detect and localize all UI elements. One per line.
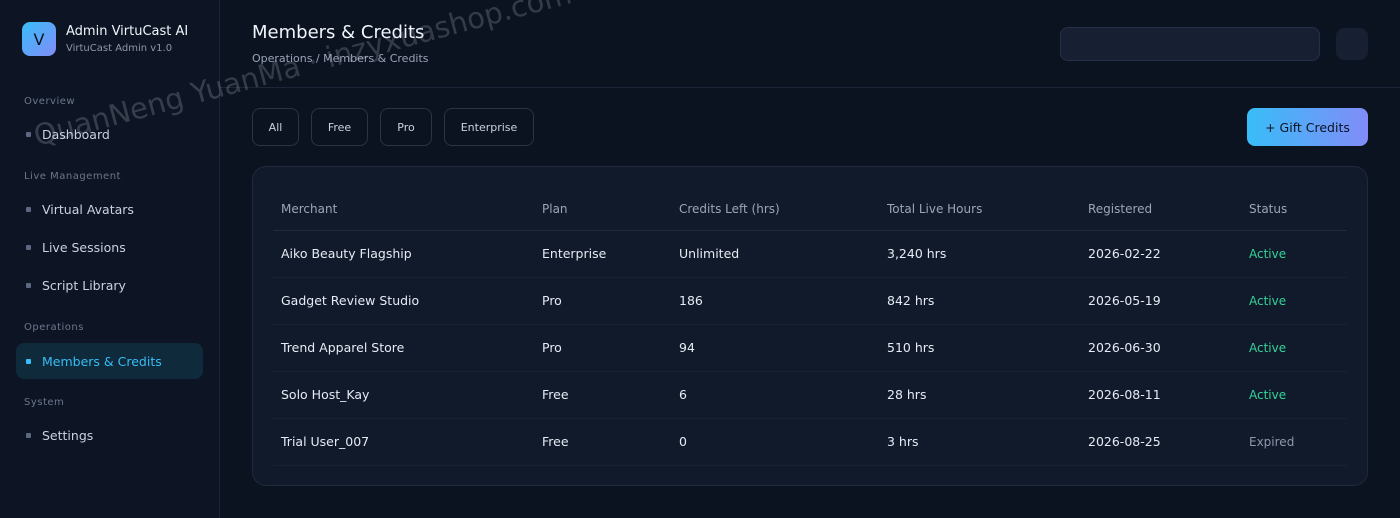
- sidebar: V Admin VirtuCast AI VirtuCast Admin v1.…: [0, 0, 220, 518]
- gift-credits-button[interactable]: + Gift Credits: [1247, 108, 1368, 146]
- table-row[interactable]: Trial User_007 Free 0 3 hrs 2026-08-25 E…: [273, 418, 1347, 466]
- filter-all-button[interactable]: All: [252, 108, 299, 146]
- members-table-card: Merchant Plan Credits Left (hrs) Total L…: [252, 166, 1368, 486]
- cell-merchant: Aiko Beauty Flagship: [273, 230, 534, 278]
- cell-plan: Pro: [534, 324, 671, 372]
- nav-section-operations: Operations: [24, 322, 84, 333]
- sidebar-item-dashboard[interactable]: Dashboard: [16, 116, 203, 152]
- filter-free-button[interactable]: Free: [311, 108, 368, 146]
- column-header-status[interactable]: Status: [1241, 189, 1347, 231]
- members-table: Merchant Plan Credits Left (hrs) Total L…: [273, 189, 1347, 466]
- app-version: VirtuCast Admin v1.0: [66, 42, 173, 54]
- bullet-icon: [26, 206, 31, 212]
- cell-credits-left: Unlimited: [671, 230, 879, 278]
- cell-registered: 2026-08-25: [1080, 418, 1241, 466]
- nav-section-system: System: [24, 397, 65, 408]
- bullet-icon: [26, 131, 31, 137]
- sidebar-item-virtual-avatars[interactable]: Virtual Avatars: [16, 191, 203, 227]
- table-header-row: Merchant Plan Credits Left (hrs) Total L…: [273, 189, 1347, 231]
- cell-credits-left: 94: [671, 324, 879, 372]
- sidebar-item-members-credits[interactable]: Members & Credits: [16, 343, 203, 379]
- search-input[interactable]: [1060, 27, 1320, 61]
- cell-registered: 2026-02-22: [1080, 230, 1241, 278]
- bullet-icon: [26, 432, 31, 438]
- status-badge: Active: [1241, 230, 1347, 278]
- sidebar-item-label: Script Library: [42, 277, 126, 293]
- header-action-button[interactable]: [1336, 28, 1368, 60]
- nav-section-live-management: Live Management: [24, 171, 121, 182]
- cell-credits-left: 0: [671, 418, 879, 466]
- column-header-total-live-hours[interactable]: Total Live Hours: [879, 189, 1080, 231]
- cell-plan: Pro: [534, 277, 671, 325]
- bullet-icon: [26, 358, 31, 364]
- status-badge: Expired: [1241, 418, 1347, 466]
- status-badge: Active: [1241, 324, 1347, 372]
- sidebar-item-script-library[interactable]: Script Library: [16, 267, 203, 303]
- cell-credits-left: 6: [671, 371, 879, 419]
- sidebar-item-label: Live Sessions: [42, 239, 126, 255]
- cell-total-live-hours: 510 hrs: [879, 324, 1080, 372]
- table-row[interactable]: Trend Apparel Store Pro 94 510 hrs 2026-…: [273, 324, 1347, 372]
- table-row[interactable]: Aiko Beauty Flagship Enterprise Unlimite…: [273, 230, 1347, 278]
- sidebar-item-label: Settings: [42, 427, 94, 443]
- filter-pro-button[interactable]: Pro: [380, 108, 432, 146]
- cell-credits-left: 186: [671, 277, 879, 325]
- cell-registered: 2026-08-11: [1080, 371, 1241, 419]
- column-header-credits-left[interactable]: Credits Left (hrs): [671, 189, 879, 231]
- cell-registered: 2026-06-30: [1080, 324, 1241, 372]
- bullet-icon: [26, 244, 31, 250]
- sidebar-item-label: Dashboard: [42, 126, 110, 142]
- cell-merchant: Trend Apparel Store: [273, 324, 534, 372]
- sidebar-item-settings[interactable]: Settings: [16, 417, 203, 453]
- app-title: Admin VirtuCast AI: [66, 23, 189, 39]
- cell-merchant: Solo Host_Kay: [273, 371, 534, 419]
- filter-enterprise-button[interactable]: Enterprise: [444, 108, 534, 146]
- column-header-merchant[interactable]: Merchant: [273, 189, 534, 231]
- status-badge: Active: [1241, 277, 1347, 325]
- cell-merchant: Gadget Review Studio: [273, 277, 534, 325]
- cell-plan: Free: [534, 371, 671, 419]
- cell-total-live-hours: 28 hrs: [879, 371, 1080, 419]
- page-title: Members & Credits: [252, 22, 425, 43]
- table-row[interactable]: Solo Host_Kay Free 6 28 hrs 2026-08-11 A…: [273, 371, 1347, 419]
- brand: V Admin VirtuCast AI VirtuCast Admin v1.…: [22, 22, 188, 56]
- cell-plan: Enterprise: [534, 230, 671, 278]
- app-logo: V: [22, 22, 56, 56]
- sidebar-item-label: Virtual Avatars: [42, 201, 134, 217]
- cell-registered: 2026-05-19: [1080, 277, 1241, 325]
- table-row[interactable]: Gadget Review Studio Pro 186 842 hrs 202…: [273, 277, 1347, 325]
- column-header-registered[interactable]: Registered: [1080, 189, 1241, 231]
- status-badge: Active: [1241, 371, 1347, 419]
- sidebar-item-label: Members & Credits: [42, 353, 162, 369]
- breadcrumb: Operations / Members & Credits: [252, 52, 429, 65]
- cell-total-live-hours: 3,240 hrs: [879, 230, 1080, 278]
- column-header-plan[interactable]: Plan: [534, 189, 671, 231]
- page-header: Members & Credits Operations / Members &…: [220, 0, 1400, 88]
- bullet-icon: [26, 282, 31, 288]
- cell-total-live-hours: 3 hrs: [879, 418, 1080, 466]
- sidebar-item-live-sessions[interactable]: Live Sessions: [16, 229, 203, 265]
- cell-total-live-hours: 842 hrs: [879, 277, 1080, 325]
- cell-merchant: Trial User_007: [273, 418, 534, 466]
- cell-plan: Free: [534, 418, 671, 466]
- nav-section-overview: Overview: [24, 96, 76, 107]
